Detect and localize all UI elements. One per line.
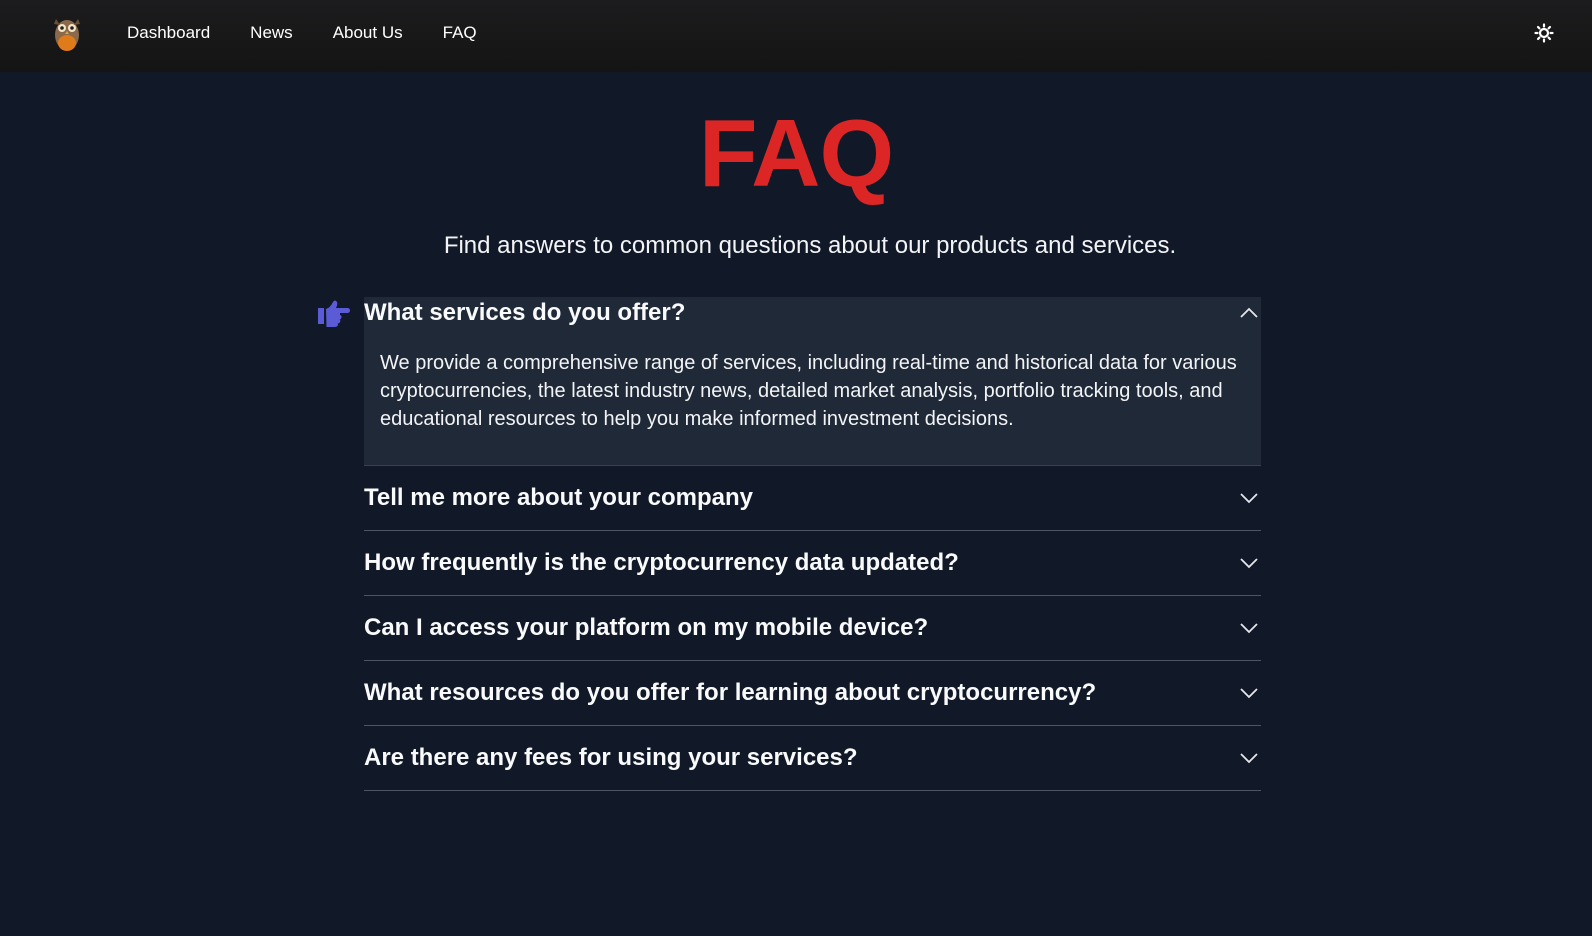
faq-question-toggle[interactable]: Can I access your platform on my mobile … — [364, 596, 1261, 660]
chevron-down-icon[interactable] — [1239, 557, 1259, 569]
faq-question: Are there any fees for using your servic… — [364, 744, 858, 771]
sun-icon[interactable] — [1534, 23, 1554, 43]
faq-item: What services do you offer? We provide a… — [364, 297, 1261, 466]
faq-item: Tell me more about your company — [364, 466, 1261, 531]
faq-question: What services do you offer? — [364, 299, 686, 326]
page-subtitle: Find answers to common questions about o… — [443, 232, 1177, 259]
top-navbar: Dashboard News About Us FAQ — [0, 0, 1592, 72]
nav-link-about-us[interactable]: About Us — [333, 23, 403, 43]
chevron-up-icon[interactable] — [1239, 307, 1259, 319]
chevron-down-icon[interactable] — [1239, 687, 1259, 699]
faq-question-toggle[interactable]: How frequently is the cryptocurrency dat… — [364, 531, 1261, 595]
nav-link-dashboard[interactable]: Dashboard — [127, 23, 210, 43]
faq-accordion: What services do you offer? We provide a… — [364, 297, 1261, 791]
faq-question-toggle[interactable]: Tell me more about your company — [364, 466, 1261, 530]
faq-question-toggle[interactable]: What resources do you offer for learning… — [364, 661, 1261, 725]
faq-item: Are there any fees for using your servic… — [364, 726, 1261, 791]
faq-question-toggle[interactable]: What services do you offer? — [364, 297, 1261, 329]
faq-question-toggle[interactable]: Are there any fees for using your servic… — [364, 726, 1261, 790]
nav-link-faq[interactable]: FAQ — [443, 23, 477, 43]
faq-question: Tell me more about your company — [364, 484, 753, 511]
chevron-down-icon[interactable] — [1239, 492, 1259, 504]
chevron-down-icon[interactable] — [1239, 752, 1259, 764]
faq-item: Can I access your platform on my mobile … — [364, 596, 1261, 661]
pointing-hand-icon — [318, 300, 350, 327]
page-title: FAQ — [698, 100, 894, 207]
faq-answer: We provide a comprehensive range of serv… — [380, 352, 1237, 430]
faq-question: How frequently is the cryptocurrency dat… — [364, 549, 959, 576]
faq-item: What resources do you offer for learning… — [364, 661, 1261, 726]
owl-logo-icon[interactable] — [50, 13, 84, 53]
faq-question: Can I access your platform on my mobile … — [364, 614, 929, 641]
faq-question: What resources do you offer for learning… — [364, 679, 1097, 706]
nav-link-news[interactable]: News — [250, 23, 293, 43]
nav-links: Dashboard News About Us FAQ — [127, 0, 517, 66]
faq-item: How frequently is the cryptocurrency dat… — [364, 531, 1261, 596]
chevron-down-icon[interactable] — [1239, 622, 1259, 634]
